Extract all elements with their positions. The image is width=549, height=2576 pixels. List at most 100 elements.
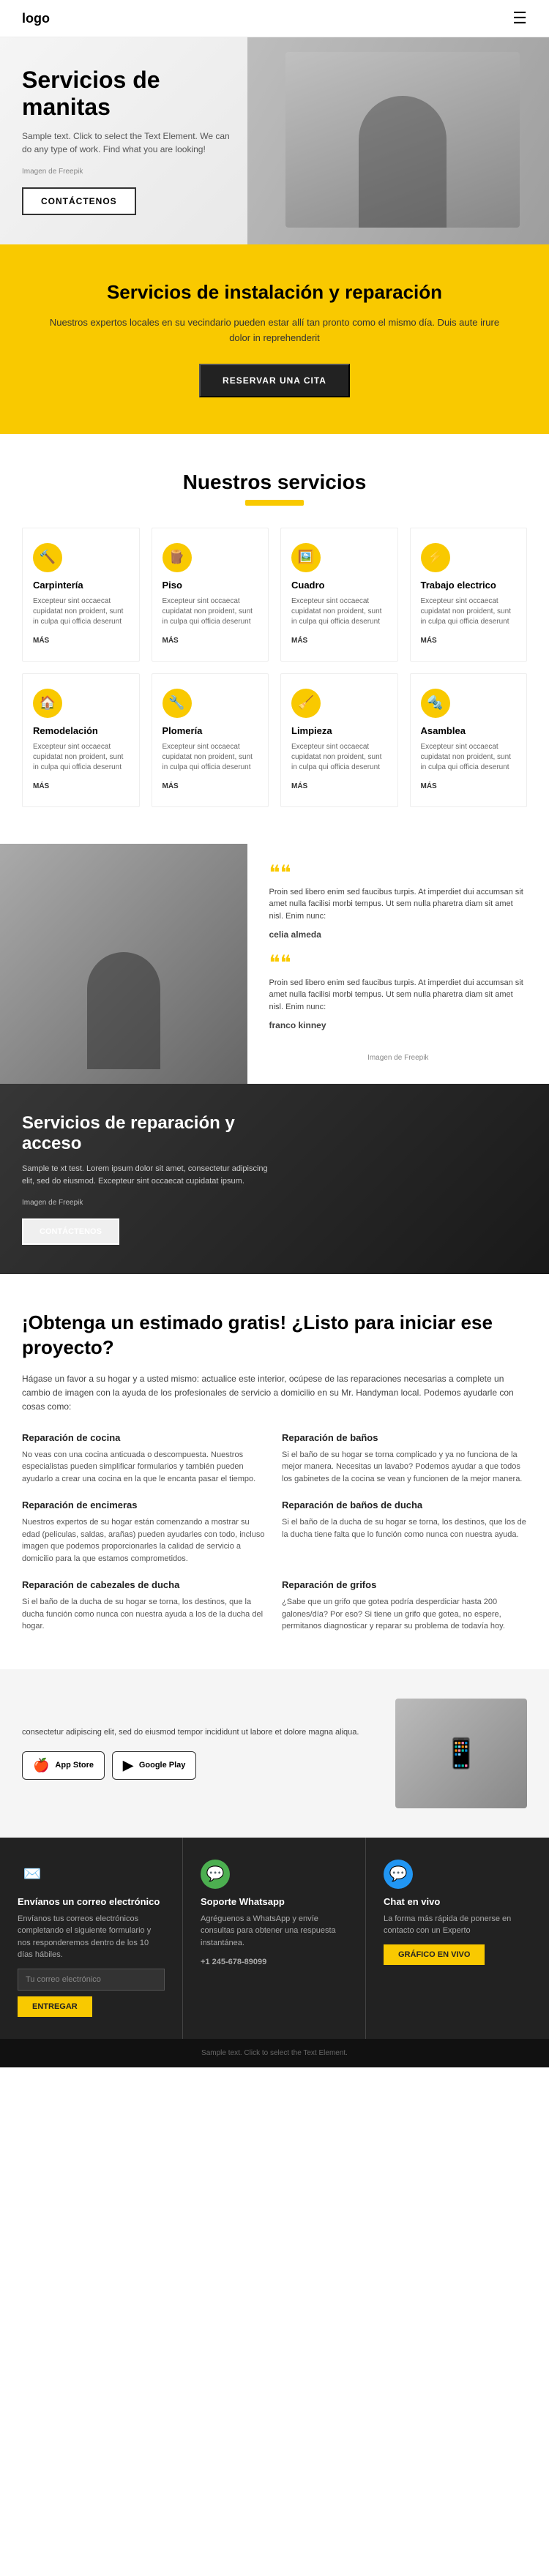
service-description-0: Excepteur sint occaecat cupidatat non pr…	[33, 596, 129, 627]
service-name-6: Limpieza	[291, 725, 387, 736]
email-input[interactable]	[18, 1969, 165, 1991]
service-name-5: Plomería	[163, 725, 258, 736]
app-mockup-image	[395, 1699, 527, 1808]
estimate-item-text-3: Si el baño de la ducha de su hogar se to…	[282, 1516, 527, 1540]
service-description-1: Excepteur sint occaecat cupidatat non pr…	[163, 596, 258, 627]
testimonial-author-1: franco kinney	[269, 1019, 528, 1032]
testimonials-content: ❝❝ Proin sed libero enim sed faucibus tu…	[247, 844, 549, 1085]
app-store-button[interactable]: 🍎 App Store	[22, 1751, 105, 1780]
service-more-0[interactable]: MÁS	[33, 637, 49, 645]
live-chat-button[interactable]: GRÁFICO EN VIVO	[384, 1944, 485, 1965]
service-name-1: Piso	[163, 580, 258, 591]
footer-chat-description: La forma más rápida de ponerse en contac…	[384, 1913, 531, 1937]
footer-phone: +1 245-678-89099	[201, 1956, 348, 1969]
service-description-3: Excepteur sint occaecat cupidatat non pr…	[421, 596, 517, 627]
reserve-button[interactable]: RESERVAR UNA CITA	[199, 364, 350, 397]
service-more-7[interactable]: MÁS	[421, 782, 437, 790]
testimonial-item-0: ❝❝ Proin sed libero enim sed faucibus tu…	[269, 866, 528, 942]
chat-icon: 💬	[384, 1860, 413, 1889]
service-name-3: Trabajo electrico	[421, 580, 517, 591]
service-description-7: Excepteur sint occaecat cupidatat non pr…	[421, 742, 517, 773]
service-more-1[interactable]: MÁS	[163, 637, 179, 645]
repair-image-credit: Imagen de Freepik	[22, 1199, 271, 1207]
estimate-item-text-2: Nuestros expertos de su hogar están come…	[22, 1516, 267, 1565]
estimate-item-title-3: Reparación de baños de ducha	[282, 1499, 527, 1510]
service-card: 🧹 Limpieza Excepteur sint occaecat cupid…	[280, 673, 398, 807]
send-button[interactable]: ENTREGAR	[18, 1996, 92, 2017]
estimate-section: ¡Obtenga un estimado gratis! ¿Listo para…	[0, 1274, 549, 1669]
repair-access-section: Servicios de reparación y acceso Sample …	[0, 1084, 549, 1274]
estimate-intro: Hágase un favor a su hogar y a usted mis…	[22, 1372, 527, 1415]
estimate-grid: Reparación de cocina No veas con una coc…	[22, 1432, 527, 1633]
app-section: consectetur adipiscing elit, sed do eius…	[0, 1669, 549, 1838]
hero-description: Sample text. Click to select the Text El…	[22, 130, 242, 156]
hero-worker-image	[285, 52, 520, 228]
repair-description: Sample te xt test. Lorem ipsum dolor sit…	[22, 1163, 271, 1187]
testimonial-item-1: ❝❝ Proin sed libero enim sed faucibus tu…	[269, 956, 528, 1032]
service-more-2[interactable]: MÁS	[291, 637, 307, 645]
estimate-item-3: Reparación de baños de ducha Si el baño …	[282, 1499, 527, 1565]
footer-email-col: ✉️ Envíanos un correo electrónico Envían…	[0, 1838, 183, 2039]
menu-icon[interactable]: ☰	[512, 9, 527, 28]
estimate-item-title-4: Reparación de cabezales de ducha	[22, 1579, 267, 1590]
service-icon-5: 🔧	[163, 689, 192, 718]
service-description-2: Excepteur sint occaecat cupidatat non pr…	[291, 596, 387, 627]
footer-email-title: Envíanos un correo electrónico	[18, 1896, 165, 1907]
service-icon-6: 🧹	[291, 689, 321, 718]
service-more-6[interactable]: MÁS	[291, 782, 307, 790]
footer-text: Sample text. Click to select the Text El…	[201, 2049, 348, 2057]
estimate-title: ¡Obtenga un estimado gratis! ¿Listo para…	[22, 1311, 527, 1360]
service-more-5[interactable]: MÁS	[163, 782, 179, 790]
whatsapp-icon: 💬	[201, 1860, 230, 1889]
email-icon: ✉️	[18, 1860, 47, 1889]
app-text: consectetur adipiscing elit, sed do eius…	[22, 1726, 381, 1780]
app-description: consectetur adipiscing elit, sed do eius…	[22, 1726, 381, 1740]
service-card: 🪵 Piso Excepteur sint occaecat cupidatat…	[152, 528, 269, 662]
service-card: 🏠 Remodelación Excepteur sint occaecat c…	[22, 673, 140, 807]
service-icon-4: 🏠	[33, 689, 62, 718]
service-name-0: Carpintería	[33, 580, 129, 591]
service-name-7: Asamblea	[421, 725, 517, 736]
hero-content: Servicios de manitas Sample text. Click …	[0, 37, 264, 244]
testimonials-section: ❝❝ Proin sed libero enim sed faucibus tu…	[0, 844, 549, 1085]
services-title: Nuestros servicios	[22, 471, 527, 494]
service-more-3[interactable]: MÁS	[421, 637, 437, 645]
service-description-5: Excepteur sint occaecat cupidatat non pr…	[163, 742, 258, 773]
footer-whatsapp-title: Soporte Whatsapp	[201, 1896, 348, 1907]
service-card: 🔨 Carpintería Excepteur sint occaecat cu…	[22, 528, 140, 662]
google-play-icon: ▶	[123, 1758, 133, 1773]
footer-chat-col: 💬 Chat en vivo La forma más rápida de po…	[366, 1838, 549, 2039]
service-name-4: Remodelación	[33, 725, 129, 736]
service-card: 🔧 Plomería Excepteur sint occaecat cupid…	[152, 673, 269, 807]
yellow-brush-divider	[245, 500, 304, 506]
estimate-item-title-5: Reparación de grifos	[282, 1579, 527, 1590]
service-icon-2: 🖼️	[291, 543, 321, 572]
repair-title: Servicios de reparación y acceso	[22, 1113, 271, 1154]
install-title: Servicios de instalación y reparación	[44, 281, 505, 304]
install-section: Servicios de instalación y reparación Nu…	[0, 244, 549, 434]
estimate-item-text-1: Si el baño de su hogar se torna complica…	[282, 1449, 527, 1486]
quote-mark-1: ❝❝	[269, 956, 528, 972]
estimate-item-5: Reparación de grifos ¿Sabe que un grifo …	[282, 1579, 527, 1633]
service-icon-7: 🔩	[421, 689, 450, 718]
service-icon-3: ⚡	[421, 543, 450, 572]
contact-button[interactable]: CONTÁCTENOS	[22, 187, 136, 215]
repair-contact-button[interactable]: CONTÁCTENOS	[22, 1218, 119, 1245]
estimate-item-title-1: Reparación de baños	[282, 1432, 527, 1443]
google-play-button[interactable]: ▶ Google Play	[112, 1751, 196, 1780]
testimonials-image	[0, 844, 247, 1085]
install-description: Nuestros expertos locales en su vecindar…	[44, 315, 505, 346]
service-name-2: Cuadro	[291, 580, 387, 591]
hero-title: Servicios de manitas	[22, 67, 242, 121]
footer-bar: Sample text. Click to select the Text El…	[0, 2039, 549, 2067]
testimonial-author-0: celia almeda	[269, 928, 528, 941]
service-more-4[interactable]: MÁS	[33, 782, 49, 790]
service-card: ⚡ Trabajo electrico Excepteur sint occae…	[410, 528, 528, 662]
estimate-item-text-0: No veas con una cocina anticuada o desco…	[22, 1449, 267, 1486]
repair-content: Servicios de reparación y acceso Sample …	[0, 1084, 293, 1274]
apple-icon: 🍎	[33, 1758, 49, 1773]
testimonial-text-0: Proin sed libero enim sed faucibus turpi…	[269, 888, 523, 921]
footer-email-description: Envíanos tus correos electrónicos comple…	[18, 1913, 165, 1961]
estimate-item-1: Reparación de baños Si el baño de su hog…	[282, 1432, 527, 1486]
services-section: Nuestros servicios 🔨 Carpintería Excepte…	[0, 434, 549, 844]
